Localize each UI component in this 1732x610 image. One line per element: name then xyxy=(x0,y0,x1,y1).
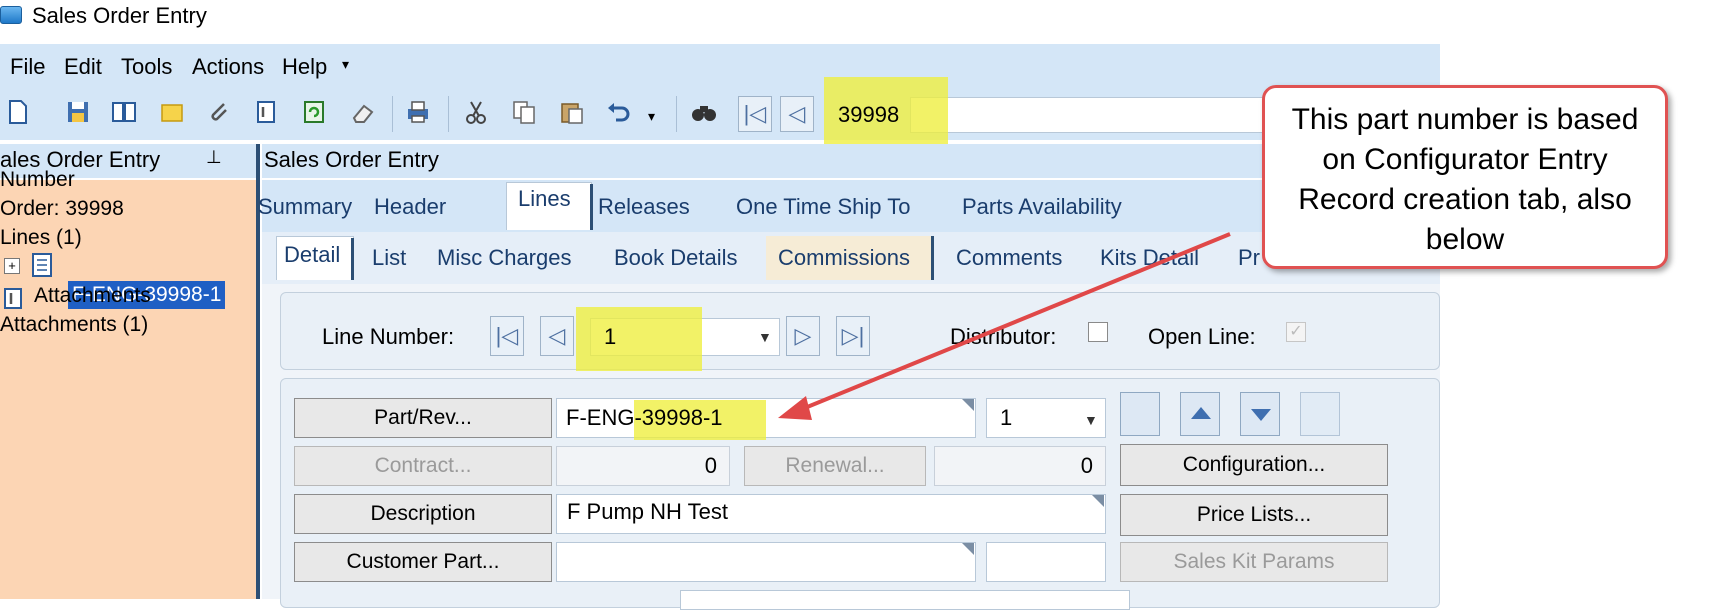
callout-text: This part number is based on Configurato… xyxy=(1291,103,1639,256)
arrow-head xyxy=(778,396,812,420)
arrow-line xyxy=(794,232,1231,414)
